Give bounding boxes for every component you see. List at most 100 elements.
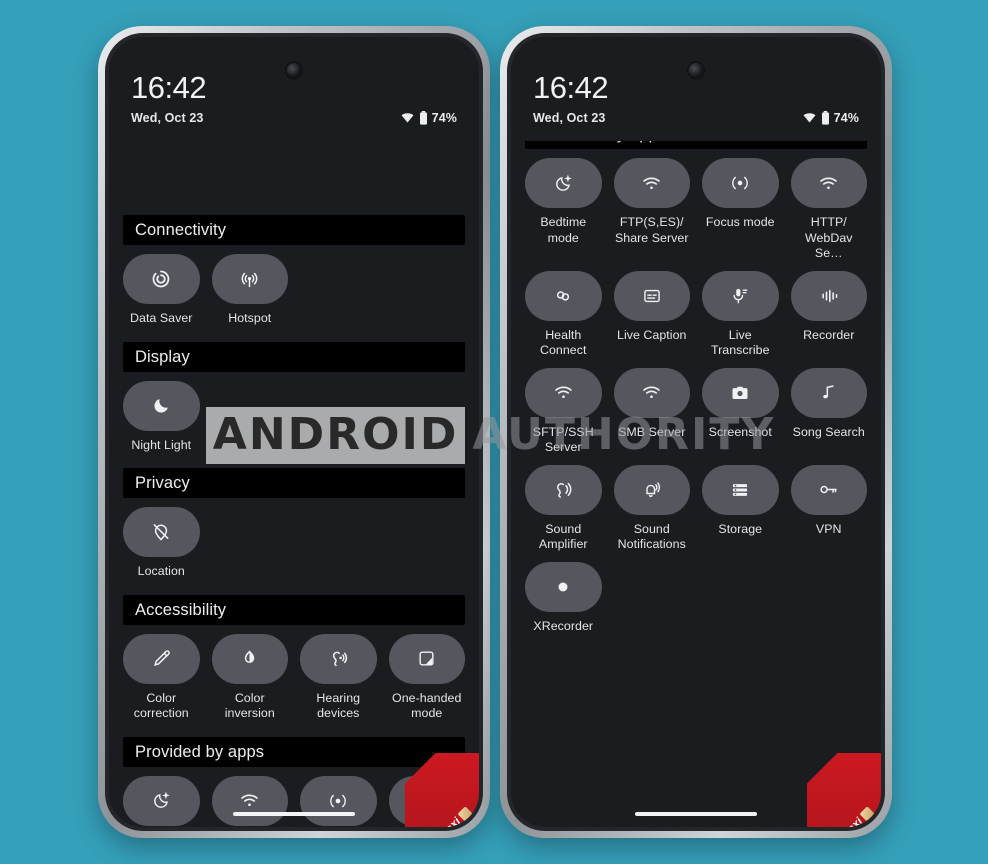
tile-label: SMB Server (618, 424, 686, 439)
tile-ftp-share-server[interactable]: FTP(S,ES)/ Share Server (613, 158, 690, 271)
tile-label: Live Caption (617, 327, 687, 342)
battery-icon (821, 111, 830, 125)
tile-grid-provided-by-apps (123, 767, 465, 828)
tile-label: Song Search (792, 424, 865, 439)
recorder-icon[interactable] (790, 270, 867, 321)
tile-storage[interactable]: Storage (702, 464, 779, 562)
wifi-icon[interactable] (613, 367, 690, 418)
section-header-provided-by-apps: Provided by apps (525, 141, 867, 149)
quick-settings-panel-left: Connectivity Data Saver Hotspot Display … (109, 141, 479, 827)
tile-live-transcribe[interactable]: Live Transcribe (702, 270, 779, 368)
storage-icon[interactable] (702, 464, 779, 515)
tile-hearing-devices[interactable]: Hearing devices (300, 633, 377, 731)
tile-vpn[interactable]: VPN (790, 464, 867, 562)
tile-label: Color inversion (224, 690, 275, 721)
tile-sound-amplifier[interactable]: Sound Amplifier (525, 464, 602, 562)
tile-grid-display: Night Light (123, 372, 465, 463)
hotspot-icon[interactable] (211, 254, 288, 304)
wifi-icon[interactable] (790, 158, 867, 208)
left-phone-bezel: 16:42 Wed, Oct 23 74% Connectivity Data … (105, 33, 483, 831)
tile-label: Recorder (803, 327, 855, 342)
tile-grid-accessibility: Color correction Color inversion Hearing… (123, 625, 465, 731)
tile-night-light[interactable]: Night Light (123, 380, 200, 463)
tile-label: SFTP/SSH Server (532, 424, 594, 455)
music-note-icon[interactable] (790, 367, 867, 418)
tile-label: Night Light (131, 437, 192, 452)
tile-smb-server[interactable]: SMB Server (613, 367, 690, 465)
tile-sound-notifications[interactable]: Sound Notifications (613, 464, 690, 562)
status-icons: 74% (400, 111, 457, 125)
section-header-connectivity: Connectivity (123, 215, 465, 245)
right-phone-screen: 16:42 Wed, Oct 23 74% Bedtime mode FTP(S… (511, 37, 881, 827)
tile-location[interactable]: Location (123, 507, 200, 589)
location-off-icon[interactable] (123, 507, 200, 557)
tile-song-search[interactable]: Song Search (790, 367, 867, 465)
battery-icon (419, 111, 428, 125)
camera-icon[interactable] (702, 367, 779, 418)
tile-live-caption[interactable]: Live Caption (613, 270, 690, 368)
gesture-nav-pill[interactable] (233, 812, 355, 816)
record-dot-icon[interactable] (525, 561, 602, 612)
tile-data-saver[interactable]: Data Saver (123, 254, 200, 336)
tile-label: FTP(S,ES)/ Share Server (614, 215, 689, 245)
tile-screenshot[interactable]: Screenshot (702, 367, 779, 465)
front-camera-icon (688, 63, 704, 78)
tile-color-inversion[interactable]: Color inversion (211, 633, 288, 731)
battery-percent: 74% (833, 111, 859, 125)
sound-amplifier-icon[interactable] (525, 464, 602, 515)
section-header-privacy: Privacy (123, 468, 465, 498)
bedtime-icon[interactable] (525, 158, 602, 208)
wifi-icon[interactable] (211, 775, 288, 826)
tile-xrecorder[interactable]: XRecorder (525, 561, 602, 644)
tile-label: Data Saver (130, 311, 193, 325)
left-phone: 16:42 Wed, Oct 23 74% Connectivity Data … (98, 26, 490, 838)
tile-color-correction[interactable]: Color correction (123, 633, 200, 731)
moon-icon[interactable] (123, 380, 200, 431)
tile-bedtime-mode[interactable]: Bedtime mode (525, 158, 602, 271)
one-handed-icon[interactable] (388, 633, 465, 684)
tile-http-webdav-server[interactable]: HTTP/ WebDav Se… (790, 158, 867, 271)
tile-hotspot[interactable]: Hotspot (211, 254, 288, 336)
tile-label: Bedtime mode (540, 215, 587, 245)
focus-mode-icon[interactable] (702, 158, 779, 208)
tile-grid-provided-by-apps: Bedtime mode FTP(S,ES)/ Share Server Foc… (525, 149, 867, 643)
wifi-icon[interactable] (388, 775, 465, 826)
qs-sections-left: Connectivity Data Saver Hotspot Display … (109, 209, 479, 827)
data-saver-icon[interactable] (123, 254, 200, 304)
right-phone-bezel: 16:42 Wed, Oct 23 74% Bedtime mode FTP(S… (507, 33, 885, 831)
tile-ftp-share-server[interactable] (211, 775, 288, 828)
tile-sftp-ssh-server[interactable]: SFTP/SSH Server (525, 367, 602, 465)
wifi-icon[interactable] (525, 367, 602, 418)
section-header-accessibility: Accessibility (123, 594, 465, 625)
right-phone: 16:42 Wed, Oct 23 74% Bedtime mode FTP(S… (500, 26, 892, 838)
tile-label: Focus mode (705, 215, 775, 229)
focus-mode-icon[interactable] (300, 775, 377, 826)
tile-label: Location (137, 564, 185, 578)
gesture-nav-pill[interactable] (635, 812, 757, 816)
tile-bedtime-mode[interactable] (123, 775, 200, 828)
front-camera-icon (286, 63, 302, 78)
tile-focus-mode[interactable]: Focus mode (702, 158, 779, 271)
wifi-icon[interactable] (613, 158, 690, 208)
qs-sections-right: Color correction Color inversion (511, 141, 881, 643)
sound-notifications-icon[interactable] (613, 464, 690, 515)
tile-grid-connectivity: Data Saver Hotspot (123, 245, 465, 336)
battery-percent: 74% (431, 111, 457, 125)
health-connect-icon[interactable] (525, 270, 602, 321)
contrast-icon[interactable] (211, 633, 288, 684)
tile-label: Screenshot (708, 424, 772, 439)
live-caption-icon[interactable] (613, 270, 690, 321)
tile-http-webdav-server[interactable] (388, 775, 465, 828)
tile-label: Color correction (133, 690, 189, 721)
tile-focus-mode[interactable] (300, 775, 377, 828)
screenshot-stage: 16:42 Wed, Oct 23 74% Connectivity Data … (0, 0, 988, 864)
tile-one-handed-mode[interactable]: One-handed mode (388, 633, 465, 731)
tile-health-connect[interactable]: Health Connect (525, 270, 602, 368)
eyedropper-icon[interactable] (123, 633, 200, 684)
live-transcribe-icon[interactable] (702, 270, 779, 321)
hearing-icon[interactable] (300, 633, 377, 684)
vpn-key-icon[interactable] (790, 464, 867, 515)
tile-label: XRecorder (533, 618, 594, 633)
bedtime-icon[interactable] (123, 775, 200, 826)
tile-recorder[interactable]: Recorder (790, 270, 867, 368)
